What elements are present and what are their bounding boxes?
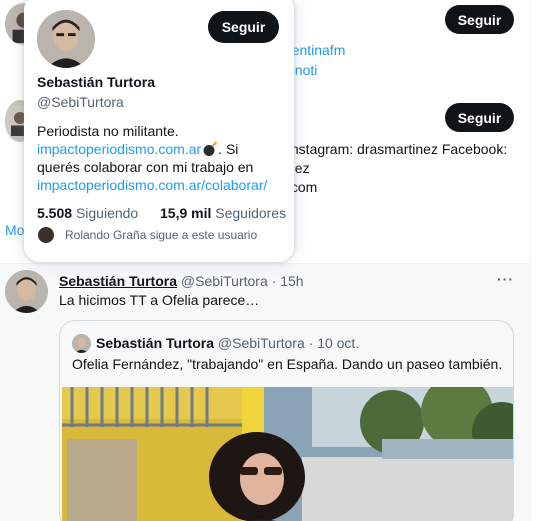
bio-link[interactable]: impactoperiodismo.com.ar/colaborar/ [37, 176, 287, 194]
followers-count: 15,9 mil [160, 205, 212, 221]
bio-line: impactoperiodismo.com.ar . Si [37, 140, 287, 158]
quote-avatar [72, 334, 91, 353]
tweet-author-handle[interactable]: @SebiTurtora [181, 273, 268, 289]
mutual-text: Rolando Graña sigue a este usuario [65, 228, 258, 242]
profile-avatar[interactable] [37, 10, 95, 68]
follow-button[interactable]: Seguir [445, 5, 514, 34]
following-label: Siguiendo [75, 205, 139, 221]
mutual-follow-info[interactable]: Rolando Graña sigue a este usuario [38, 227, 257, 243]
following-stat[interactable]: 5.508 Siguiendo [37, 205, 138, 221]
quote-author-handle: @SebiTurtora [217, 335, 305, 351]
show-more-link[interactable]: Mo [5, 221, 24, 240]
bomb-icon [202, 141, 218, 157]
bio-link[interactable]: impactoperiodismo.com.ar [37, 141, 201, 157]
profile-stats: 5.508 Siguiendo 15,9 mil Seguidores [37, 205, 286, 221]
bio-line: Periodista no militante. [37, 123, 179, 139]
tweet-time[interactable]: 15h [280, 273, 303, 289]
separator: · [308, 335, 314, 351]
quote-header: Sebastián Turtora @SebiTurtora · 10 oct. [96, 335, 359, 351]
bio-link-fragment[interactable]: rentinafm [287, 41, 345, 60]
followers-stat[interactable]: 15,9 mil Seguidores [160, 205, 286, 221]
quote-date: 10 oct. [317, 335, 360, 351]
tweet-text: La hicimos TT a Ofelia parece… [59, 292, 260, 308]
quote-text: Ofelia Fernández, "trabajando" en España… [72, 356, 503, 372]
profile-handle[interactable]: @SebiTurtora [37, 94, 124, 110]
column-divider [530, 0, 531, 521]
quoted-tweet[interactable]: Sebastián Turtora @SebiTurtora · 10 oct.… [59, 320, 514, 521]
follow-button[interactable]: Seguir [208, 11, 279, 43]
bio-fragment: Instagram: drasmartinez Facebook: [287, 141, 508, 157]
mutual-avatar [38, 227, 54, 243]
following-count: 5.508 [37, 205, 73, 221]
followers-label: Seguidores [215, 205, 287, 221]
tweet-avatar[interactable] [5, 270, 48, 313]
quote-author-name: Sebastián Turtora [96, 335, 214, 351]
follow-button[interactable]: Seguir [445, 103, 514, 132]
quote-photo[interactable] [62, 387, 513, 521]
separator: · [271, 273, 277, 289]
more-options-icon[interactable]: ··· [497, 271, 514, 287]
bio-text: . Si [218, 141, 239, 157]
profile-bio: Periodista no militante. impactoperiodis… [37, 122, 287, 194]
profile-name[interactable]: Sebastián Turtora [37, 74, 155, 90]
tweet-header: Sebastián Turtora @SebiTurtora · 15h [59, 273, 304, 289]
tweet-author-name[interactable]: Sebastián Turtora [59, 273, 177, 289]
profile-hover-card: Seguir Sebastián Turtora @SebiTurtora Pe… [24, 0, 294, 262]
bio-line: querés colaborar con mi trabajo en [37, 159, 254, 175]
